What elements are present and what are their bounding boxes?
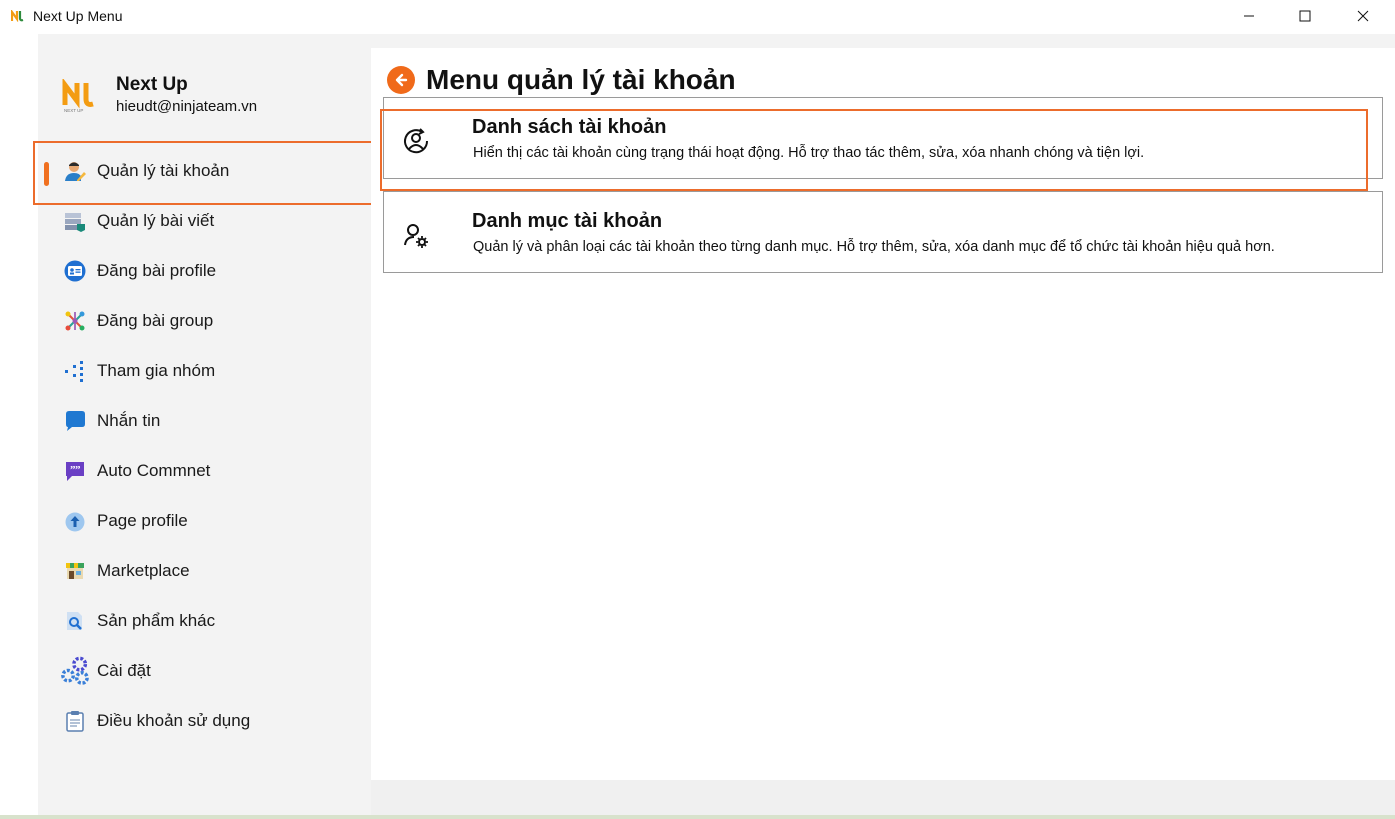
sidebar-item-label: Page profile bbox=[97, 511, 188, 530]
sidebar-item-settings[interactable]: Cài đặt bbox=[38, 650, 371, 690]
sidebar-item-label: Đăng bài group bbox=[97, 311, 214, 330]
card-title: Danh mục tài khoản bbox=[472, 210, 663, 232]
main-content: Menu quản lý tài khoản Danh sách tài kho… bbox=[371, 48, 1395, 780]
app-logo-icon bbox=[11, 10, 24, 22]
card-account-categories[interactable]: Danh mục tài khoản Quản lý và phân loại … bbox=[383, 191, 1383, 273]
doc-search-icon bbox=[67, 612, 82, 630]
sidebar-item-join-group[interactable]: Tham gia nhóm bbox=[38, 350, 371, 390]
maximize-icon bbox=[1299, 10, 1311, 22]
minimize-button[interactable] bbox=[1221, 0, 1277, 32]
sidebar-item-label: Điều khoản sử dụng bbox=[97, 711, 251, 730]
page-header: Menu quản lý tài khoản bbox=[387, 64, 736, 96]
sidebar-item-label: Nhắn tin bbox=[97, 411, 161, 430]
sidebar-item-label: Auto Commnet bbox=[97, 461, 211, 480]
chat-icon bbox=[66, 411, 85, 431]
brand-logo-icon: NEXT UP bbox=[62, 79, 94, 113]
stack-icon bbox=[65, 213, 85, 232]
sidebar-item-label: Tham gia nhóm bbox=[97, 361, 216, 380]
sidebar-item-marketplace[interactable]: Marketplace bbox=[38, 550, 371, 590]
sidebar-item-label: Quản lý bài viết bbox=[97, 211, 215, 230]
card-highlight bbox=[380, 109, 1368, 191]
store-icon bbox=[66, 563, 84, 579]
sidebar-item-post-management[interactable]: Quản lý bài viết bbox=[38, 200, 371, 240]
sidebar-item-label: Đăng bài profile bbox=[97, 261, 217, 280]
sidebar-item-messaging[interactable]: Nhắn tin bbox=[38, 400, 371, 440]
quote-icon: ” ” bbox=[66, 462, 84, 481]
user-email: hieudt@ninjateam.vn bbox=[116, 98, 258, 115]
sidebar-item-group-post[interactable]: Đăng bài group bbox=[38, 300, 371, 340]
main-panel: Menu quản lý tài khoản Danh sách tài kho… bbox=[371, 34, 1395, 815]
arrow-left-icon bbox=[395, 73, 408, 87]
gears-icon bbox=[61, 656, 89, 685]
main-footer bbox=[371, 780, 1395, 815]
page-title: Menu quản lý tài khoản bbox=[426, 64, 736, 95]
sidebar-item-terms[interactable]: Điều khoản sử dụng bbox=[38, 700, 371, 740]
window-frame-bottom bbox=[0, 815, 1395, 819]
id-card-icon bbox=[64, 260, 86, 282]
title-bar: Next Up Menu bbox=[0, 0, 1395, 34]
active-indicator bbox=[44, 162, 49, 186]
clipboard-icon bbox=[66, 711, 84, 732]
svg-text:”: ” bbox=[75, 464, 81, 476]
maximize-button[interactable] bbox=[1277, 0, 1333, 32]
close-button[interactable] bbox=[1335, 0, 1391, 32]
dots-icon bbox=[65, 361, 83, 382]
sidebar-item-other-products[interactable]: Sản phẩm khác bbox=[38, 600, 371, 640]
sidebar-item-auto-comment[interactable]: ” ” Auto Commnet bbox=[38, 450, 371, 490]
sidebar-item-profile-post[interactable]: Đăng bài profile bbox=[38, 250, 371, 290]
upload-icon bbox=[65, 512, 85, 532]
sidebar-item-label: Cài đặt bbox=[97, 661, 151, 680]
svg-text:NEXT UP: NEXT UP bbox=[64, 108, 83, 113]
card-description: Quản lý và phân loại các tài khoản theo … bbox=[473, 239, 1275, 255]
brand-name: Next Up bbox=[116, 74, 188, 95]
sidebar-item-label: Sản phẩm khác bbox=[97, 611, 216, 630]
network-icon bbox=[65, 311, 85, 331]
sidebar-item-account-management[interactable]: Quản lý tài khoản bbox=[38, 150, 371, 190]
sidebar-item-label: Marketplace bbox=[97, 561, 190, 580]
window-title: Next Up Menu bbox=[33, 8, 123, 24]
back-button[interactable] bbox=[387, 66, 415, 94]
user-edit-icon bbox=[65, 162, 86, 181]
close-icon bbox=[1357, 10, 1369, 22]
user-settings-icon bbox=[404, 224, 428, 248]
sidebar-item-label: Quản lý tài khoản bbox=[97, 161, 230, 180]
sidebar-item-page-profile[interactable]: Page profile bbox=[38, 500, 371, 540]
minimize-icon bbox=[1244, 15, 1254, 17]
sidebar: NEXT UP Next Up hieudt@ninjateam.vn Quản… bbox=[33, 34, 376, 815]
